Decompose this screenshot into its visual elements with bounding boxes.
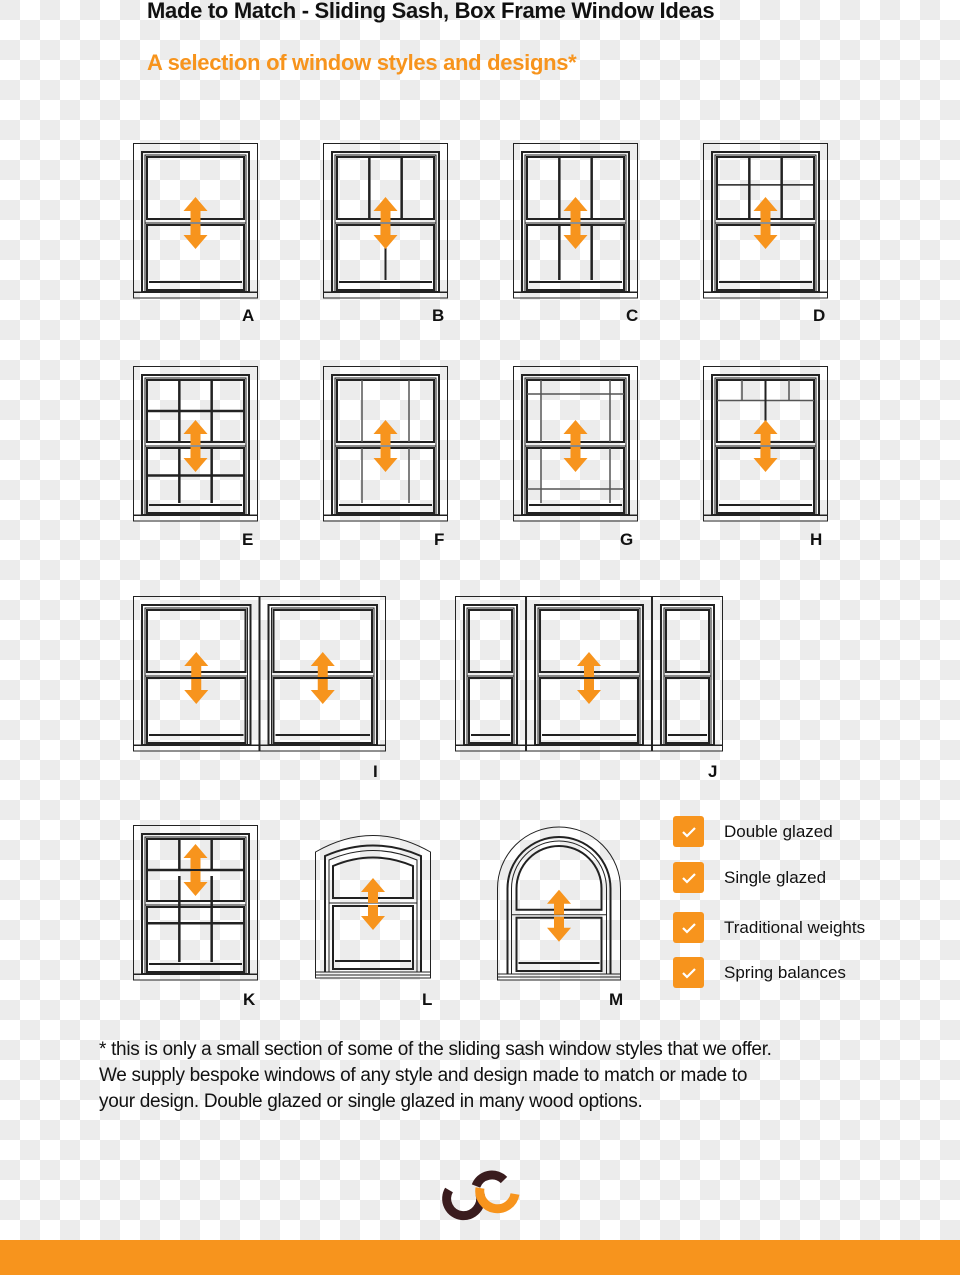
upper-sash xyxy=(468,609,514,673)
upper-sash xyxy=(664,609,710,673)
box-lining xyxy=(659,604,715,746)
up-down-arrow-icon xyxy=(361,878,385,930)
lower-sash xyxy=(468,677,514,744)
lower-sash xyxy=(664,677,710,744)
window-drawing xyxy=(703,143,828,299)
window-f xyxy=(323,366,448,524)
window-a xyxy=(133,143,258,301)
check-icon xyxy=(673,912,704,943)
feature-item: Traditional weights xyxy=(673,912,865,943)
page-subtitle: A selection of window styles and designs… xyxy=(147,50,577,75)
window-label-l: L xyxy=(422,990,433,1009)
lower-sash xyxy=(146,906,245,973)
logo-dark-arc-top xyxy=(471,1170,508,1188)
window-label-i: I xyxy=(373,762,378,781)
window-drawing xyxy=(133,143,258,299)
feature-label: Traditional weights xyxy=(724,917,866,937)
window-label-j: J xyxy=(708,762,718,781)
window-drawing xyxy=(703,366,828,522)
footer-bar xyxy=(0,1240,960,1275)
window-label-b: B xyxy=(432,306,445,325)
window-e xyxy=(133,366,258,524)
window-label-k: K xyxy=(243,990,256,1009)
page-title: Made to Match - Sliding Sash, Box Frame … xyxy=(147,0,715,23)
window-drawing xyxy=(133,596,386,752)
window-k xyxy=(133,825,258,983)
window-drawing xyxy=(133,825,258,981)
window-b xyxy=(323,143,448,301)
window-drawing xyxy=(323,366,448,522)
feature-label: Spring balances xyxy=(724,962,846,982)
window-drawing xyxy=(497,826,621,981)
box-lining xyxy=(463,604,519,746)
window-drawing xyxy=(315,835,431,979)
window-label-d: D xyxy=(813,306,826,325)
window-d xyxy=(703,143,828,301)
window-i xyxy=(133,596,386,754)
window-h xyxy=(703,366,828,524)
feature-label: Double glazed xyxy=(724,821,833,841)
window-drawing xyxy=(513,366,638,522)
window-drawing xyxy=(455,596,723,752)
footnote: * this is only a small section of some o… xyxy=(99,1037,899,1115)
feature-item: Spring balances xyxy=(673,957,846,988)
footnote-line: your design. Double glazed or single gla… xyxy=(99,1091,643,1112)
sash-unit xyxy=(651,596,723,752)
feature-label: Single glazed xyxy=(724,867,827,887)
window-label-c: C xyxy=(626,306,639,325)
check-icon xyxy=(673,957,704,988)
up-down-arrow-icon xyxy=(547,889,571,942)
company-logo xyxy=(436,1168,526,1233)
window-label-a: A xyxy=(242,306,255,325)
feature-item: Double glazed xyxy=(673,816,833,847)
window-label-f: F xyxy=(434,530,445,549)
window-label-m: M xyxy=(609,990,624,1009)
window-l xyxy=(315,825,431,983)
feature-item: Single glazed xyxy=(673,862,826,893)
window-drawing xyxy=(323,143,448,299)
footnote-line: * this is only a small section of some o… xyxy=(99,1039,772,1060)
window-drawing xyxy=(513,143,638,299)
window-label-g: G xyxy=(620,530,634,549)
window-g xyxy=(513,366,638,524)
sash-unit xyxy=(455,596,527,752)
window-m xyxy=(497,825,621,987)
logo-orange-arc xyxy=(475,1187,520,1214)
footnote-line: We supply bespoke windows of any style a… xyxy=(99,1065,748,1086)
window-label-h: H xyxy=(810,530,823,549)
window-label-e: E xyxy=(242,530,254,549)
window-drawing xyxy=(133,366,258,522)
window-c xyxy=(513,143,638,301)
check-icon xyxy=(673,862,704,893)
check-icon xyxy=(673,816,704,847)
window-j xyxy=(455,596,723,754)
